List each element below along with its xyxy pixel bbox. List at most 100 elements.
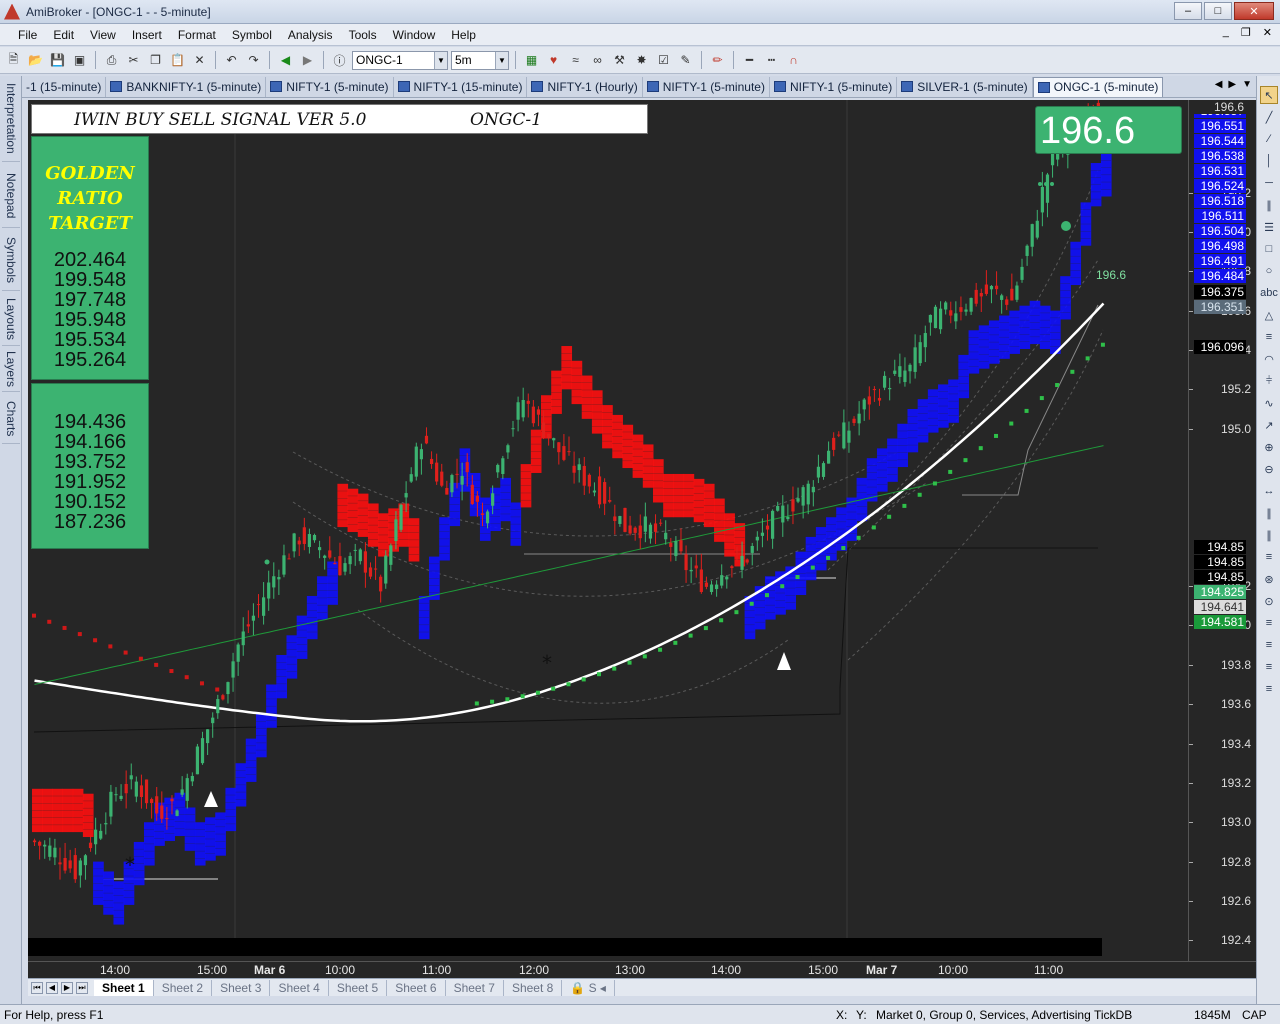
ellipse-icon[interactable]: ○ [1260,262,1278,280]
arrow-icon[interactable]: ↗ [1260,416,1278,434]
sheet-tab[interactable]: Sheet 6 [387,979,446,996]
sheet-first-icon[interactable]: ⏮ [31,981,43,994]
magnet-icon[interactable]: ∩ [784,51,803,70]
line-style-icon[interactable]: ┅ [762,51,781,70]
side-tab-charts[interactable]: Charts [2,394,20,444]
menu-format[interactable]: Format [170,28,224,42]
sheet-last-icon[interactable]: ⏭ [76,981,88,994]
fib-time-icon[interactable]: ∥ [1260,526,1278,544]
bars-icon[interactable]: ≡ [1260,658,1278,676]
backtest-icon[interactable]: ⚒ [610,51,629,70]
line-icon[interactable]: ╱ [1260,108,1278,126]
redo-icon[interactable]: ↷ [244,51,263,70]
interval-combo[interactable]: 5m ▼ [451,50,509,70]
menu-file[interactable]: File [10,28,45,42]
paste-icon[interactable]: 📋 [168,51,187,70]
vertical-line-icon[interactable]: │ [1260,152,1278,170]
zoom-out-icon[interactable]: ⊖ [1260,460,1278,478]
horizontal-line-icon[interactable]: ─ [1260,174,1278,192]
back-icon[interactable]: ◀ [276,51,295,70]
sheet-prev-icon[interactable]: ◀ [46,981,58,994]
sheet-tab[interactable]: Sheet 4 [270,979,329,996]
menu-tools[interactable]: Tools [341,28,385,42]
chart-wizard-icon[interactable]: ✎ [676,51,695,70]
forward-icon[interactable]: ▶ [298,51,317,70]
sheet-tab[interactable]: Sheet 3 [212,979,271,996]
maximize-button[interactable]: □ [1204,2,1232,20]
chart-tab[interactable]: NIFTY-1 (5-minute) [770,76,898,97]
fib-ext-icon[interactable]: ∥ [1260,504,1278,522]
close-button[interactable]: ✕ [1234,2,1274,20]
sine-icon[interactable]: ∿ [1260,394,1278,412]
tab-scroll-left-icon[interactable]: ◀ [1215,79,1223,90]
chart-tab[interactable]: NIFTY-1 (15-minute) [394,76,528,97]
undo-icon[interactable]: ↶ [222,51,241,70]
scan-icon[interactable]: ≈ [566,51,585,70]
copy-icon[interactable]: ❐ [146,51,165,70]
save-icon[interactable]: 💾 [48,51,67,70]
rectangle-icon[interactable]: □ [1260,240,1278,258]
circle-icon[interactable]: ⊙ [1260,592,1278,610]
menu-symbol[interactable]: Symbol [224,28,280,42]
color-pen-icon[interactable]: ✏ [708,51,727,70]
sheet-next-icon[interactable]: ▶ [61,981,73,994]
side-tab-layers[interactable]: Layers [2,348,20,392]
candles-icon[interactable]: ▦ [522,51,541,70]
info-icon[interactable]: ⓘ [330,51,349,70]
zoom-in-icon[interactable]: ⊕ [1260,438,1278,456]
mdi-minimize-button[interactable]: _ [1223,26,1229,39]
cut-icon[interactable]: ✂ [124,51,143,70]
chart-tab[interactable]: SILVER-1 (5-minute) [897,76,1033,97]
side-tab-symbols[interactable]: Symbols [2,231,20,291]
sheet-tab[interactable]: Sheet 2 [154,979,213,996]
sheet-tab[interactable]: Sheet 1 [94,979,154,996]
lock-icon[interactable]: 🔒 S ◂ [562,979,615,996]
new-icon[interactable]: 🗎 [4,51,23,70]
line-width-icon[interactable]: ━ [740,51,759,70]
chart-tab[interactable]: -1 (15-minute) [22,76,107,97]
save-all-icon[interactable]: ▣ [70,51,89,70]
chart-tab[interactable]: NIFTY-1 (Hourly) [527,76,643,97]
optimize-icon[interactable]: ✸ [632,51,651,70]
sheet-tab[interactable]: Sheet 7 [446,979,504,996]
menu-window[interactable]: Window [385,28,444,42]
ray-icon[interactable]: ∕ [1260,130,1278,148]
chart-tab[interactable]: NIFTY-1 (5-minute) [643,76,770,97]
menu-analysis[interactable]: Analysis [280,28,341,42]
fan-icon[interactable]: ≡ [1260,614,1278,632]
pitchfork-icon[interactable]: ≡ [1260,328,1278,346]
triangle-icon[interactable]: △ [1260,306,1278,324]
explore-icon[interactable]: ∞ [588,51,607,70]
select-arrow-icon[interactable]: ↖ [1260,86,1278,104]
print-icon[interactable]: ⎙ [102,51,121,70]
channel-icon[interactable]: ∥ [1260,196,1278,214]
time-axis[interactable]: 14:00 15:00 Mar 6 10:00 11:00 12:00 13:00 14:00… [28,961,1256,978]
gann-icon[interactable]: ⫩ [1260,372,1278,390]
side-tab-layouts[interactable]: Layouts [2,294,20,346]
range-icon[interactable]: ↔ [1260,482,1278,500]
text-icon[interactable]: abc [1260,284,1278,302]
chart-tab[interactable]: BANKNIFTY-1 (5-minute) [106,76,267,97]
side-tab-notepad[interactable]: Notepad [2,164,20,228]
mdi-restore-button[interactable]: ❐ [1241,26,1251,39]
side-tab-interpretation[interactable]: Interpretation [2,76,20,162]
grid-icon[interactable]: ≡ [1260,548,1278,566]
heart-icon[interactable]: ♥ [544,51,563,70]
fib-icon[interactable]: ☰ [1260,218,1278,236]
report-icon[interactable]: ☑ [654,51,673,70]
sheet-tab[interactable]: Sheet 5 [329,979,388,996]
open-icon[interactable]: 📂 [26,51,45,70]
chart-tab[interactable]: NIFTY-1 (5-minute) [266,76,394,97]
minimize-button[interactable]: – [1174,2,1202,20]
lines-icon[interactable]: ≡ [1260,680,1278,698]
menu-view[interactable]: View [82,28,124,42]
level-icon[interactable]: ≡ [1260,636,1278,654]
chart-tab[interactable]: ONGC-1 (5-minute) [1032,76,1164,97]
arc-icon[interactable]: ◠ [1260,350,1278,368]
symbol-combo[interactable]: ONGC-1 ▼ [352,50,448,70]
tab-scroll-right-icon[interactable]: ▶ [1228,79,1236,90]
tab-list-icon[interactable]: ▼ [1242,79,1252,90]
mdi-close-button[interactable]: ✕ [1263,26,1272,39]
menu-edit[interactable]: Edit [45,28,82,42]
menu-insert[interactable]: Insert [124,28,170,42]
